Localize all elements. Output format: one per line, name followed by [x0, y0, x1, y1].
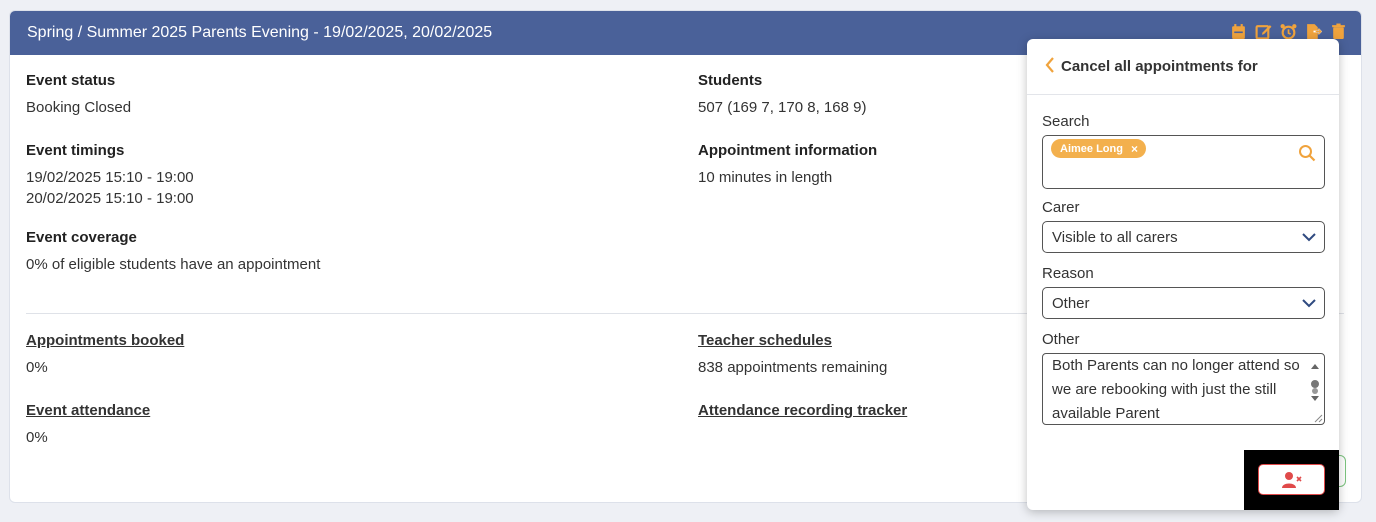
- selected-student-chip: Aimee Long ×: [1051, 139, 1146, 158]
- timing-line-1: 19/02/2025 15:10 - 19:00: [26, 169, 194, 186]
- reason-label: Reason: [1042, 265, 1094, 282]
- students-label: Students: [698, 72, 763, 89]
- timing-line-2: 20/02/2025 15:10 - 19:00: [26, 190, 194, 207]
- other-reason-text: Both Parents can no longer attend so we …: [1052, 357, 1300, 422]
- panel-header: Cancel all appointments for: [1027, 39, 1339, 95]
- attendance-tracker-link[interactable]: Attendance recording tracker: [698, 402, 907, 419]
- edit-icon[interactable]: [1255, 23, 1272, 40]
- other-label: Other: [1042, 331, 1080, 348]
- reason-select[interactable]: Other: [1042, 287, 1325, 319]
- carer-label: Carer: [1042, 199, 1080, 216]
- appointments-booked-field: Appointments booked 0%: [26, 332, 184, 378]
- chevron-down-icon: [1302, 233, 1316, 242]
- resize-handle-icon[interactable]: [1313, 413, 1323, 423]
- event-status-field: Event status Booking Closed: [26, 72, 131, 118]
- event-title: Spring / Summer 2025 Parents Evening - 1…: [27, 24, 493, 41]
- cancel-appointments-panel: Cancel all appointments for Search Aimee…: [1027, 39, 1339, 510]
- highlight-frame: [1244, 450, 1339, 510]
- event-coverage-label: Event coverage: [26, 229, 137, 246]
- chip-label: Aimee Long: [1060, 142, 1123, 155]
- export-file-icon[interactable]: [1305, 23, 1322, 40]
- panel-title: Cancel all appointments for: [1061, 58, 1258, 75]
- event-status-value: Booking Closed: [26, 99, 132, 116]
- search-icon[interactable]: [1298, 144, 1316, 162]
- teacher-schedules-value: 838 appointments remaining: [698, 359, 888, 376]
- event-attendance-link[interactable]: Event attendance: [26, 402, 150, 419]
- calendar-icon[interactable]: [1230, 23, 1247, 40]
- chevron-down-icon: [1302, 299, 1316, 308]
- other-reason-textarea[interactable]: Both Parents can no longer attend so we …: [1042, 353, 1325, 425]
- attendance-tracker-field: Attendance recording tracker: [698, 402, 907, 419]
- event-status-label: Event status: [26, 72, 116, 89]
- event-attendance-field: Event attendance 0%: [26, 402, 150, 448]
- appointment-info-value: 10 minutes in length: [698, 169, 833, 186]
- cancel-appointments-button[interactable]: [1258, 464, 1325, 495]
- appointments-booked-value: 0%: [26, 359, 48, 376]
- students-value: 507 (169 7, 170 8, 168 9): [698, 99, 867, 116]
- event-coverage-field: Event coverage 0% of eligible students h…: [26, 229, 320, 275]
- textarea-scrollbar[interactable]: [1308, 358, 1322, 420]
- chip-remove-icon[interactable]: ×: [1131, 142, 1138, 156]
- user-remove-icon: [1281, 471, 1302, 488]
- header-actions: [1230, 23, 1347, 40]
- search-label: Search: [1042, 113, 1090, 130]
- reason-select-value: Other: [1052, 294, 1090, 312]
- teacher-schedules-link[interactable]: Teacher schedules: [698, 332, 887, 349]
- teacher-schedules-field: Teacher schedules 838 appointments remai…: [698, 332, 887, 378]
- alarm-clock-icon[interactable]: [1280, 23, 1297, 40]
- appointment-info-label: Appointment information: [698, 142, 878, 159]
- event-attendance-value: 0%: [26, 429, 48, 446]
- appointment-info-field: Appointment information 10 minutes in le…: [698, 142, 877, 188]
- carer-select[interactable]: Visible to all carers: [1042, 221, 1325, 253]
- back-chevron-icon[interactable]: [1045, 57, 1055, 76]
- trash-icon[interactable]: [1330, 23, 1347, 40]
- event-timings-field: Event timings 19/02/2025 15:10 - 19:00 2…: [26, 142, 194, 209]
- students-field: Students 507 (169 7, 170 8, 168 9): [698, 72, 866, 118]
- event-timings-label: Event timings: [26, 142, 125, 159]
- search-input[interactable]: Aimee Long ×: [1042, 135, 1325, 189]
- carer-select-value: Visible to all carers: [1052, 228, 1178, 246]
- appointments-booked-link[interactable]: Appointments booked: [26, 332, 184, 349]
- event-coverage-value: 0% of eligible students have an appointm…: [26, 256, 321, 273]
